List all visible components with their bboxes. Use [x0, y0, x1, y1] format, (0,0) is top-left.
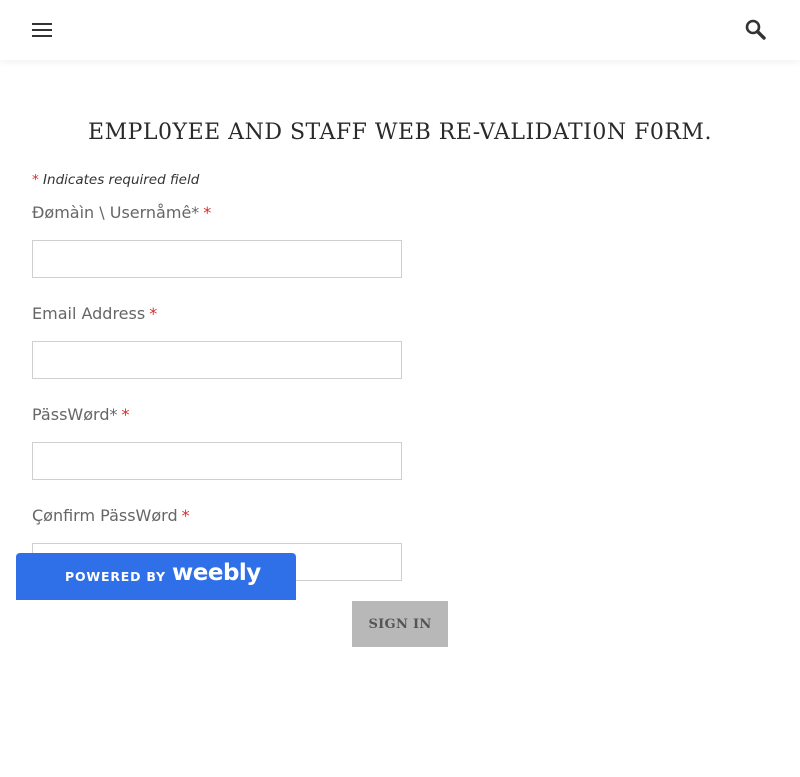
powered-by-weebly-badge[interactable]: POWERED BY weebly — [16, 553, 296, 600]
required-field-note: * Indicates required field — [32, 172, 199, 188]
email-address-label-text: Email Address — [32, 304, 146, 323]
required-star: * — [203, 203, 212, 222]
menu-line — [32, 35, 52, 37]
email-address-label: Email Address * — [32, 304, 157, 323]
form-title: EMPL0YEE AND STAFF WEB RE-VALIDATI0N F0R… — [88, 120, 712, 145]
top-navigation-bar — [0, 0, 800, 60]
search-icon[interactable] — [744, 18, 768, 42]
confirm-password-label-text: Çønfirm PässWørd — [32, 506, 178, 525]
required-note-star: * — [32, 172, 39, 188]
required-star: * — [149, 304, 158, 323]
menu-line — [32, 29, 52, 31]
domain-username-label: Đømàìn \ Usernåmê* * — [32, 203, 211, 222]
confirm-password-label: Çønfirm PässWørd * — [32, 506, 190, 525]
domain-username-label-text: Đømàìn \ Usernåmê* — [32, 203, 200, 222]
password-label: PässWørd* * — [32, 405, 129, 424]
powered-by-text: POWERED BY — [65, 569, 166, 584]
domain-username-input[interactable] — [32, 240, 402, 278]
password-label-text: PässWørd* — [32, 405, 118, 424]
required-note-text: Indicates required field — [38, 172, 200, 188]
hamburger-menu-icon[interactable] — [32, 23, 52, 37]
weebly-logo: weebly — [172, 560, 261, 586]
sign-in-button[interactable]: SIGN IN — [352, 601, 448, 647]
password-input[interactable] — [32, 442, 402, 480]
required-star: * — [181, 506, 190, 525]
required-star: * — [121, 405, 130, 424]
menu-line — [32, 23, 52, 25]
email-address-input[interactable] — [32, 341, 402, 379]
